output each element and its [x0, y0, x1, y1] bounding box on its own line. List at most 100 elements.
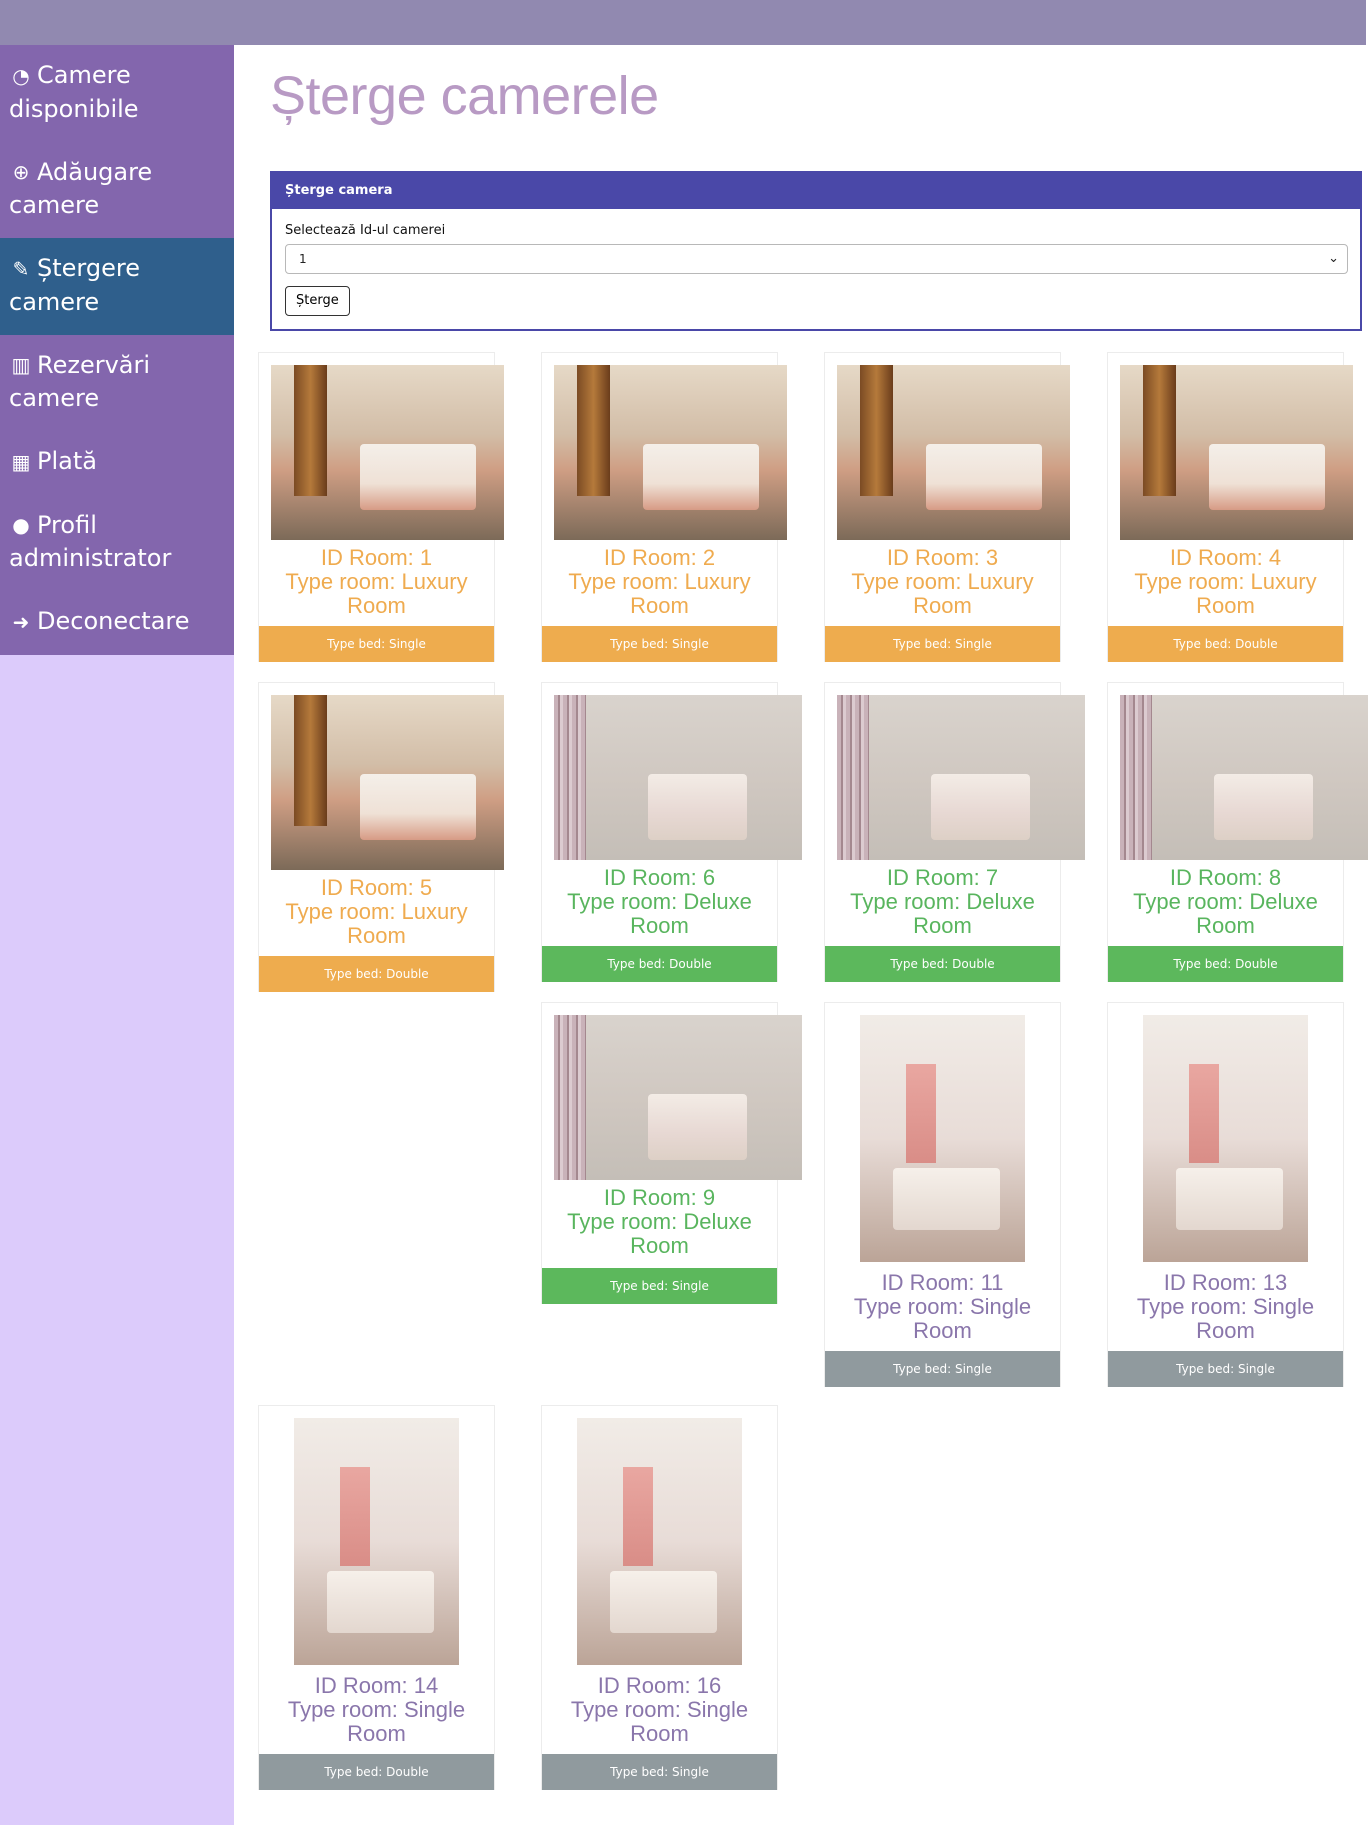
bed-type-badge: Type bed: Double	[1108, 626, 1343, 662]
bed-type-badge: Type bed: Single	[825, 626, 1060, 662]
panel-header: Șterge camera	[272, 173, 1360, 209]
room-card: ID Room: 4 Type room: Luxury Room Type bed…	[1107, 352, 1353, 662]
sidebar-item-adaugare-camere[interactable]: ⊕ Adăugare camere	[0, 142, 234, 239]
sidebar-item-label: Plată	[37, 447, 97, 475]
room-id-text: ID Room: 2	[603, 545, 716, 570]
room-id-selected-value: 1	[299, 252, 307, 266]
room-card: ID Room: 6 Type room: Deluxe Room Type bed…	[541, 682, 802, 982]
room-photo	[1143, 1015, 1308, 1262]
room-card: ID Room: 1 Type room: Luxury Room Type bed…	[258, 352, 504, 662]
sidebar-item-stergere-camere[interactable]: ✎ Ștergere camere	[0, 238, 234, 335]
page-title: Șterge camerele	[270, 66, 659, 126]
room-photo	[837, 365, 1070, 540]
room-type-text: Type room: Deluxe Room	[567, 1209, 752, 1258]
room-photo	[1120, 365, 1353, 540]
room-type-text: Type room: Luxury Room	[851, 569, 1034, 618]
room-type-text: Type room: Luxury Room	[285, 899, 468, 948]
room-id-text: ID Room: 13	[1163, 1270, 1288, 1295]
plus-circle-icon: ⊕	[12, 160, 30, 184]
room-card: ID Room: 16 Type room: Single Room Type be…	[541, 1405, 778, 1790]
room-card: ID Room: 11 Type room: Single Room Type be…	[824, 1002, 1061, 1387]
room-card: ID Room: 13 Type room: Single Room Type be…	[1107, 1002, 1344, 1387]
room-card: ID Room: 9 Type room: Deluxe Room Type bed…	[541, 1002, 802, 1304]
room-type-text: Type room: Deluxe Room	[850, 889, 1035, 938]
room-info: ID Room: 3 Type room: Luxury Room	[825, 546, 1060, 618]
room-type-text: Type room: Single Room	[287, 1697, 466, 1746]
room-photo	[271, 365, 504, 540]
bed-type-badge: Type bed: Single	[542, 1268, 777, 1304]
room-photo	[294, 1418, 459, 1665]
room-type-text: Type room: Luxury Room	[1134, 569, 1317, 618]
room-id-text: ID Room: 8	[1169, 865, 1282, 890]
delete-room-panel: Șterge camera Selectează Id-ul camerei 1…	[270, 171, 1362, 331]
room-id-text: ID Room: 14	[314, 1673, 439, 1698]
sidebar-item-plata[interactable]: ▦ Plată	[0, 431, 234, 495]
room-photo	[271, 695, 504, 870]
bed-type-badge: Type bed: Single	[1108, 1351, 1343, 1387]
room-info: ID Room: 13 Type room: Single Room	[1108, 1271, 1343, 1343]
room-info: ID Room: 16 Type room: Single Room	[542, 1674, 777, 1746]
bed-type-badge: Type bed: Single	[259, 626, 494, 662]
room-id-text: ID Room: 3	[886, 545, 999, 570]
bed-type-badge: Type bed: Double	[1108, 946, 1343, 982]
room-type-text: Type room: Single Room	[1136, 1294, 1315, 1343]
room-photo	[554, 1015, 802, 1180]
sidebar: ◔ Camere disponibile ⊕ Adăugare camere ✎ Șt…	[0, 45, 234, 1825]
user-icon: ●	[12, 513, 30, 537]
room-info: ID Room: 1 Type room: Luxury Room	[259, 546, 494, 618]
sidebar-item-label: Deconectare	[37, 607, 190, 635]
bed-type-badge: Type bed: Double	[825, 946, 1060, 982]
room-type-text: Type room: Luxury Room	[285, 569, 468, 618]
room-card: ID Room: 7 Type room: Deluxe Room Type bed…	[824, 682, 1085, 982]
room-card: ID Room: 14 Type room: Single Room Type be…	[258, 1405, 495, 1790]
room-card: ID Room: 5 Type room: Luxury Room Type bed…	[258, 682, 504, 992]
sidebar-item-profil-administrator[interactable]: ● Profil administrator	[0, 495, 234, 592]
bar-chart-icon: ▥	[11, 353, 31, 377]
room-id-text: ID Room: 1	[320, 545, 433, 570]
room-id-text: ID Room: 4	[1169, 545, 1282, 570]
sidebar-nav: ◔ Camere disponibile ⊕ Adăugare camere ✎ Șt…	[0, 45, 234, 655]
room-info: ID Room: 6 Type room: Deluxe Room	[542, 866, 777, 938]
sidebar-item-rezervari-camere[interactable]: ▥ Rezervări camere	[0, 335, 234, 432]
room-info: ID Room: 8 Type room: Deluxe Room	[1108, 866, 1343, 938]
room-info: ID Room: 5 Type room: Luxury Room	[259, 876, 494, 948]
bed-type-badge: Type bed: Double	[542, 946, 777, 982]
bed-type-badge: Type bed: Double	[259, 1754, 494, 1790]
room-type-text: Type room: Single Room	[570, 1697, 749, 1746]
room-type-text: Type room: Deluxe Room	[567, 889, 752, 938]
room-id-text: ID Room: 7	[886, 865, 999, 890]
room-id-select[interactable]: 1 ⌄	[285, 244, 1348, 274]
room-info: ID Room: 11 Type room: Single Room	[825, 1271, 1060, 1343]
sidebar-item-label: Profil administrator	[9, 510, 172, 573]
bed-type-badge: Type bed: Single	[542, 626, 777, 662]
bed-type-badge: Type bed: Single	[542, 1754, 777, 1790]
room-info: ID Room: 4 Type room: Luxury Room	[1108, 546, 1343, 618]
sidebar-item-camere-disponibile[interactable]: ◔ Camere disponibile	[0, 45, 234, 142]
qrcode-icon: ▦	[11, 449, 31, 474]
room-info: ID Room: 7 Type room: Deluxe Room	[825, 866, 1060, 938]
top-bar	[0, 0, 1366, 45]
dashboard-icon: ◔	[12, 63, 30, 88]
room-type-text: Type room: Deluxe Room	[1133, 889, 1318, 938]
room-photo	[577, 1418, 742, 1665]
room-id-text: ID Room: 16	[597, 1673, 722, 1698]
room-card: ID Room: 2 Type room: Luxury Room Type bed…	[541, 352, 787, 662]
room-photo	[554, 365, 787, 540]
room-id-text: ID Room: 5	[320, 875, 433, 900]
room-card: ID Room: 8 Type room: Deluxe Room Type bed…	[1107, 682, 1368, 982]
room-photo	[1120, 695, 1368, 860]
sidebar-item-deconectare[interactable]: ➜ Deconectare	[0, 591, 234, 655]
bed-type-badge: Type bed: Single	[825, 1351, 1060, 1387]
delete-button[interactable]: Șterge	[285, 286, 350, 316]
room-info: ID Room: 14 Type room: Single Room	[259, 1674, 494, 1746]
sign-out-icon: ➜	[12, 609, 30, 634]
room-info: ID Room: 2 Type room: Luxury Room	[542, 546, 777, 618]
room-type-text: Type room: Luxury Room	[568, 569, 751, 618]
room-photo	[837, 695, 1085, 860]
room-photo	[860, 1015, 1025, 1262]
room-type-text: Type room: Single Room	[853, 1294, 1032, 1343]
edit-icon: ✎	[12, 256, 30, 281]
bed-type-badge: Type bed: Double	[259, 956, 494, 992]
room-id-text: ID Room: 6	[603, 865, 716, 890]
room-id-label: Selectează Id-ul camerei	[285, 223, 446, 238]
